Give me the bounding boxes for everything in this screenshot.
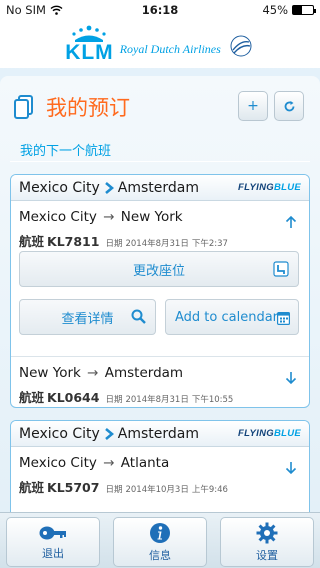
flyingblue-logo: FLYINGBLUE xyxy=(238,428,301,439)
gear-icon xyxy=(256,522,278,543)
expand-arrow-icon[interactable] xyxy=(285,461,297,479)
carrier-label: No SIM xyxy=(6,3,46,17)
flight-number: KL5707 xyxy=(47,480,100,495)
battery-icon xyxy=(292,5,316,15)
trip-destination: Amsterdam xyxy=(117,179,200,196)
tab-bar: 退出 信息 设置 xyxy=(0,512,320,568)
brand-tagline: Royal Dutch Airlines xyxy=(119,41,221,56)
booking-icon xyxy=(14,95,33,119)
add-to-calendar-button[interactable]: Add to calendar xyxy=(165,299,299,335)
segment-details: 航班 KL7811 日期 2014年8月31日 下午2:37 xyxy=(19,231,301,250)
trip-origin: Mexico City xyxy=(19,179,100,196)
segment-route: Mexico City → Atlanta xyxy=(19,455,301,471)
arrow-right-icon: → xyxy=(87,365,99,381)
arrow-up-icon xyxy=(285,215,297,228)
refresh-button[interactable] xyxy=(274,91,304,121)
collapse-arrow-icon[interactable] xyxy=(285,215,297,233)
next-flight-heading: 我的下一个航班 xyxy=(20,144,112,159)
expand-arrow-icon[interactable] xyxy=(285,371,297,389)
trip-origin: Mexico City xyxy=(19,425,100,442)
flight-number: KL0644 xyxy=(47,390,100,405)
calendar-icon xyxy=(277,312,290,325)
arrow-down-icon xyxy=(285,372,297,385)
trip-card[interactable]: Mexico City Amsterdam FLYINGBLUE Mexico … xyxy=(10,174,310,408)
tab-settings[interactable]: 设置 xyxy=(220,517,314,567)
klm-wordmark: KLM xyxy=(65,41,114,64)
seat-icon xyxy=(273,261,289,277)
trip-card[interactable]: Mexico City Amsterdam FLYINGBLUE Mexico … xyxy=(10,420,310,520)
segment-destination: Amsterdam xyxy=(104,365,184,381)
segment-origin: Mexico City xyxy=(19,455,97,471)
tab-info-label: 信息 xyxy=(149,548,171,562)
segment-details: 航班 KL5707 日期 2014年10月3日 上午9:46 xyxy=(19,477,301,496)
klm-logo: KLM xyxy=(65,25,114,63)
segment-route: New York → Amsterdam xyxy=(19,365,301,381)
page-header: 我的预订 xyxy=(14,92,130,122)
date-label: 日期 xyxy=(105,239,123,249)
flight-segment[interactable]: New York → Amsterdam 航班 KL0644 日期 2014年8… xyxy=(11,357,309,407)
bookings-panel: 我的预订 + 我的下一个航班 Mexico City Amsterdam FLY… xyxy=(0,76,320,520)
change-seat-label: 更改座位 xyxy=(132,263,185,279)
flyingblue-logo: FLYINGBLUE xyxy=(238,182,301,193)
flight-time: 下午2:37 xyxy=(191,239,228,249)
tab-info[interactable]: 信息 xyxy=(113,517,207,567)
info-icon xyxy=(150,522,170,543)
trip-header[interactable]: Mexico City Amsterdam FLYINGBLUE xyxy=(11,421,309,447)
change-seat-button[interactable]: 更改座位 xyxy=(19,251,299,287)
segment-details: 航班 KL0644 日期 2014年8月31日 下午10:55 xyxy=(19,387,301,406)
divider xyxy=(10,161,310,162)
flight-label: 航班 xyxy=(19,480,45,495)
page-title: 我的预订 xyxy=(46,96,130,120)
chevron-right-icon xyxy=(104,181,114,194)
key-icon xyxy=(39,526,66,539)
segment-origin: Mexico City xyxy=(19,209,97,225)
battery-level xyxy=(293,6,302,14)
segment-origin: New York xyxy=(19,365,81,381)
flight-date: 2014年10月3日 xyxy=(125,485,189,495)
trip-destination: Amsterdam xyxy=(117,425,200,442)
flight-label: 航班 xyxy=(19,390,45,405)
plus-icon: + xyxy=(247,98,259,114)
view-details-label: 查看详情 xyxy=(61,311,114,327)
status-bar: No SIM 16:18 45% xyxy=(0,0,320,20)
tab-logout[interactable]: 退出 xyxy=(6,517,100,567)
refresh-icon xyxy=(284,100,294,111)
flight-date: 2014年8月31日 xyxy=(125,239,189,249)
flight-segment[interactable]: Mexico City → New York 航班 KL7811 日期 2014… xyxy=(11,201,309,357)
wifi-icon xyxy=(50,5,63,15)
date-label: 日期 xyxy=(105,485,123,495)
tab-settings-label: 设置 xyxy=(256,548,278,562)
flight-date: 2014年8月31日 xyxy=(125,395,189,405)
flight-time: 上午9:46 xyxy=(191,485,228,495)
battery-group: 45% xyxy=(262,3,316,17)
view-details-button[interactable]: 查看详情 xyxy=(19,299,156,335)
add-booking-button[interactable]: + xyxy=(238,91,268,121)
battery-percent: 45% xyxy=(262,3,288,17)
add-to-calendar-label: Add to calendar xyxy=(175,309,279,325)
search-icon xyxy=(131,309,146,324)
arrow-right-icon: → xyxy=(103,455,115,471)
skyteam-logo xyxy=(230,35,252,57)
arrow-right-icon: → xyxy=(103,209,115,225)
trip-header[interactable]: Mexico City Amsterdam FLYINGBLUE xyxy=(11,175,309,201)
arrow-down-icon xyxy=(285,462,297,475)
segment-route: Mexico City → New York xyxy=(19,209,301,225)
brand-header: KLM Royal Dutch Airlines xyxy=(0,20,320,68)
tab-logout-label: 退出 xyxy=(42,546,64,560)
date-label: 日期 xyxy=(105,395,123,405)
flight-time: 下午10:55 xyxy=(191,395,234,405)
segment-destination: Atlanta xyxy=(120,455,170,471)
carrier-group: No SIM xyxy=(6,3,63,17)
flight-label: 航班 xyxy=(19,234,45,249)
flight-segment[interactable]: Mexico City → Atlanta 航班 KL5707 日期 2014年… xyxy=(11,447,309,503)
segment-destination: New York xyxy=(120,209,183,225)
chevron-right-icon xyxy=(104,427,114,440)
flight-number: KL7811 xyxy=(47,234,100,249)
